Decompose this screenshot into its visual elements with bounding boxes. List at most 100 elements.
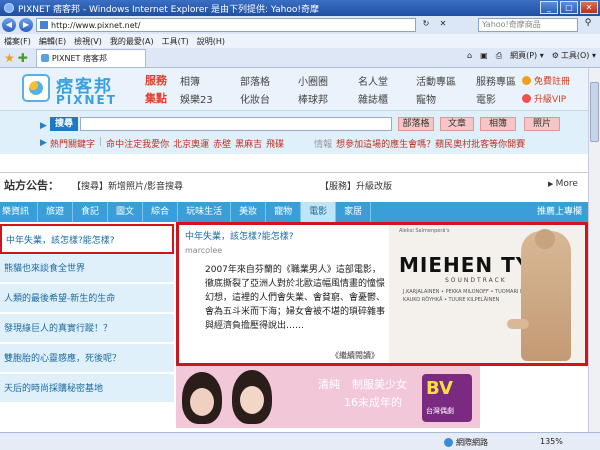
list-item[interactable]: 發現綠巨人的真實行蹤！？ <box>0 314 174 344</box>
nav-baseball[interactable]: 棒球邦 <box>298 91 328 106</box>
register-icon <box>522 76 531 85</box>
banner-text: 制服美少女 <box>352 378 407 391</box>
recommend-link[interactable]: 推薦上專欄 <box>537 202 588 222</box>
search-album-button[interactable]: 相簿 <box>480 117 516 131</box>
read-more-link[interactable]: 《繼續閱讀》 <box>331 350 379 361</box>
nav-ent23[interactable]: 娛樂23 <box>180 91 213 106</box>
poster-subtitle: SOUNDTRACK <box>445 277 507 284</box>
category-tab[interactable]: 食記 <box>73 202 109 222</box>
nav-movie[interactable]: 電影 <box>476 91 496 106</box>
list-item[interactable]: 人類的最後希望-新生的生命 <box>0 284 174 314</box>
nav-pets[interactable]: 寵物 <box>416 91 436 106</box>
close-button[interactable]: ✕ <box>580 1 598 14</box>
category-tab[interactable]: 寵物 <box>266 202 302 222</box>
article-list: 中年失業，該怎樣?能怎樣? 熊貓也來談食全世界 人類的最後希望-新生的生命 發現… <box>0 224 174 404</box>
register-label: 免費註冊 <box>534 77 571 87</box>
page-menu[interactable]: 網頁(P) ▾ <box>510 50 544 61</box>
banner-logo: BV 台灣偶劇 <box>422 374 472 422</box>
list-item[interactable]: 雙胞胎的心靈感應，死後呢？ <box>0 344 174 374</box>
feeds-icon[interactable]: ▣ <box>480 51 488 60</box>
hot-keyword[interactable]: 黑麻吉 <box>235 137 262 150</box>
hot-arrow-icon: ▶ <box>40 138 47 148</box>
home-icon[interactable]: ⌂ <box>467 51 472 60</box>
search-label: 搜尋 <box>50 117 78 131</box>
nav-magazine[interactable]: 雜誌櫃 <box>358 91 388 106</box>
list-item[interactable]: 天后的時尚採購秘密基地 <box>0 374 174 404</box>
scrollbar-thumb[interactable] <box>590 82 599 142</box>
logo-badge-icon <box>22 74 50 102</box>
nav-album[interactable]: 相簿 <box>180 73 200 88</box>
nav-celebrity[interactable]: 名人堂 <box>358 73 388 88</box>
hot-keyword[interactable]: 命中注定我愛你 <box>106 137 169 150</box>
movie-poster[interactable]: Aleksi Salmenperä's MIEHEN TYÖ SOUNDTRAC… <box>389 225 585 363</box>
search-article-button[interactable]: 文章 <box>440 117 474 131</box>
zoom-level[interactable]: 135% <box>540 437 563 446</box>
nav-circle[interactable]: 小圈圈 <box>298 73 328 88</box>
vertical-scrollbar[interactable] <box>588 68 600 432</box>
search-photo-button[interactable]: 照片 <box>524 117 560 131</box>
category-bar: 樂資訊 旅遊 食記 圖文 綜合 玩味生活 美妝 寵物 電影 家居 推薦上專欄 <box>0 202 588 222</box>
maximize-button[interactable]: □ <box>560 1 578 14</box>
list-item-selected[interactable]: 中年失業，該怎樣?能怎樣? <box>0 224 174 254</box>
menu-view[interactable]: 檢視(V) <box>74 36 102 47</box>
nav-events[interactable]: 活動專區 <box>416 73 456 88</box>
category-tab[interactable]: 綜合 <box>143 202 179 222</box>
menu-help[interactable]: 說明(H) <box>197 36 225 47</box>
hot-keyword[interactable]: 赤壁 <box>213 137 231 150</box>
announcement-item[interactable]: 【搜尋】新增照片/影音搜尋 <box>72 179 183 192</box>
address-bar[interactable]: http://www.pixnet.net/ <box>36 18 416 32</box>
site-search-input[interactable] <box>80 117 392 131</box>
hot-tail-link[interactable]: 想參加這場的應生會嗎？蘋民奧村批客等你開賽 <box>336 137 525 150</box>
category-tab-active[interactable]: 電影 <box>301 202 337 222</box>
announcement-title: 站方公告： <box>4 179 59 192</box>
search-arrow-icon: ▶ <box>40 121 47 131</box>
menu-favorites[interactable]: 我的最愛(A) <box>110 36 154 47</box>
refresh-icon[interactable]: ↻ <box>419 19 433 31</box>
category-tab[interactable]: 玩味生活 <box>178 202 232 222</box>
minimize-button[interactable]: _ <box>540 1 558 14</box>
nav-head-services[interactable]: 服務 <box>145 72 167 88</box>
nav-service-zone[interactable]: 服務專區 <box>476 73 516 88</box>
poster-hand <box>507 319 529 329</box>
hot-keyword[interactable]: 北京奧運 <box>173 137 209 150</box>
register-link[interactable]: 免費註冊 <box>522 74 570 87</box>
back-icon[interactable]: ◀ <box>2 18 16 32</box>
announcement-item[interactable]: 【服務】升級改版 <box>320 179 392 192</box>
ad-banner[interactable]: 清純 制服美少女 16未成年的 BV 台灣偶劇 <box>176 366 480 428</box>
vip-icon <box>522 94 531 103</box>
banner-text: 16未成年的 <box>344 396 402 409</box>
favorites-star-icon[interactable]: ★ <box>4 51 15 65</box>
upgrade-vip-link[interactable]: 升級VIP <box>522 92 566 105</box>
category-tab[interactable]: 圖文 <box>108 202 144 222</box>
article-title[interactable]: 中年失業，該怎樣?能怎樣? <box>185 229 294 242</box>
category-tab[interactable]: 家居 <box>336 202 372 222</box>
address-url: http://www.pixnet.net/ <box>51 20 141 30</box>
tab-pixnet[interactable]: PIXNET 痞客邦 <box>35 48 146 67</box>
list-item[interactable]: 熊貓也來談食全世界 <box>0 254 174 284</box>
menu-file[interactable]: 檔案(F) <box>4 36 31 47</box>
banner-text: 清純 <box>318 378 340 391</box>
browser-search-input[interactable]: Yahoo!奇摩商品 <box>478 18 578 32</box>
article-author[interactable]: marcolee <box>185 246 222 255</box>
category-tab[interactable]: 樂資訊 <box>0 202 39 222</box>
search-blog-button[interactable]: 部落格 <box>398 117 434 131</box>
tools-menu[interactable]: ⚙ 工具(O) ▾ <box>552 50 596 61</box>
more-link[interactable]: More <box>548 179 578 189</box>
nav-blog[interactable]: 部落格 <box>240 73 270 88</box>
menu-edit[interactable]: 編輯(E) <box>39 36 66 47</box>
menu-tools[interactable]: 工具(T) <box>162 36 189 47</box>
poster-credit: Aleksi Salmenperä's <box>399 228 450 234</box>
forward-icon[interactable]: ▶ <box>19 18 33 32</box>
add-favorite-icon[interactable]: ✚ <box>18 51 28 65</box>
stop-icon[interactable]: ✕ <box>436 19 450 31</box>
category-tab[interactable]: 美妝 <box>231 202 267 222</box>
hot-keyword[interactable]: 飛碟 <box>266 137 284 150</box>
nav-makeup[interactable]: 化妝台 <box>240 91 270 106</box>
status-bar: 網際網路 135% <box>0 432 600 450</box>
category-tab[interactable]: 旅遊 <box>38 202 74 222</box>
search-icon[interactable]: ⚲ <box>580 18 596 32</box>
print-icon[interactable]: ⎙ <box>496 51 502 61</box>
pixnet-logo[interactable]: 痞客邦 PIXNET <box>22 72 140 108</box>
nav-head-points[interactable]: 集點 <box>145 90 167 106</box>
